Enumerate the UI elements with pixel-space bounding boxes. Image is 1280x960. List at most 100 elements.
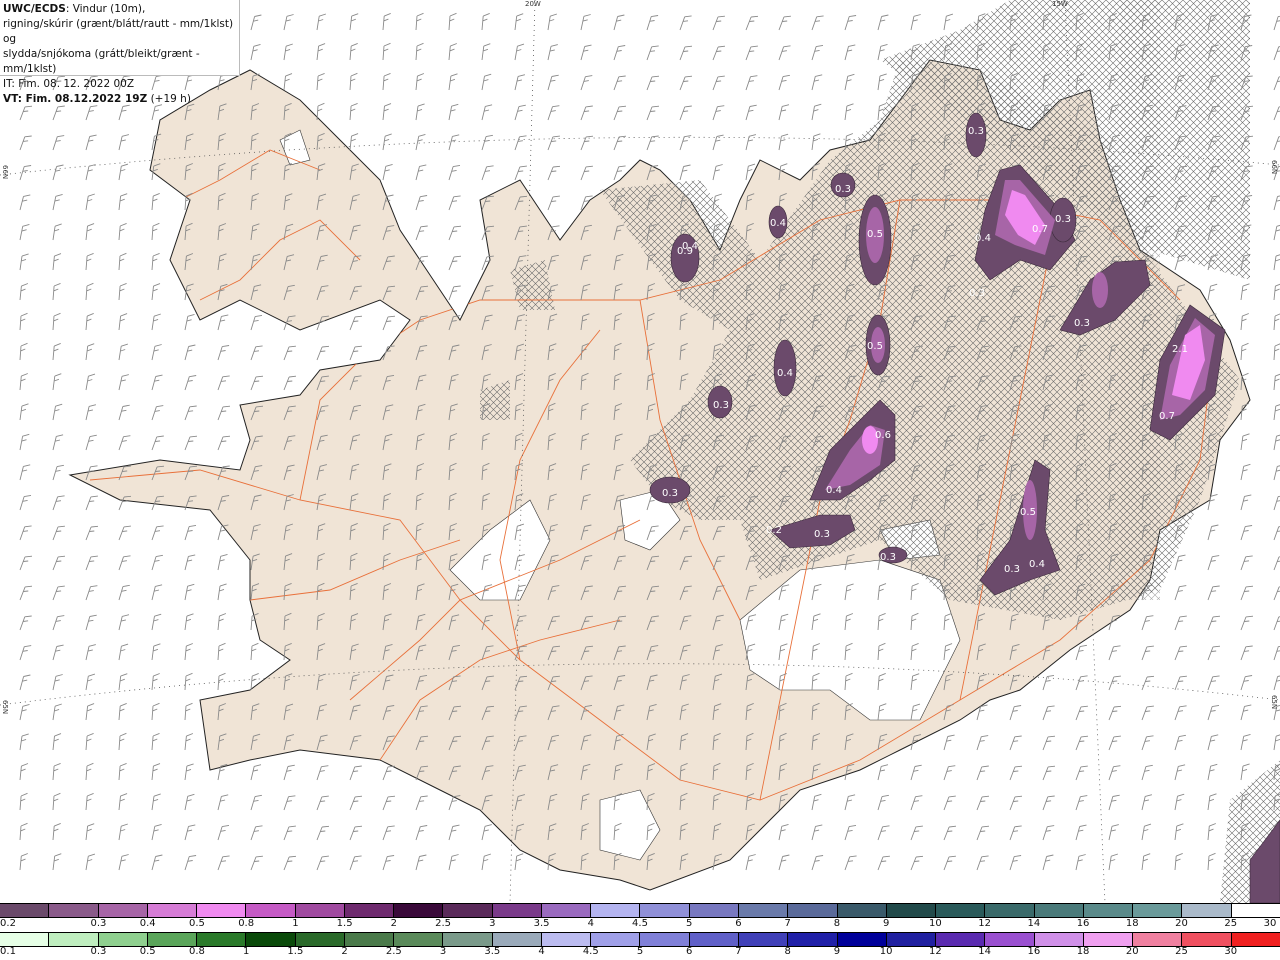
- rain_scale-swatch: [344, 933, 395, 946]
- snow_scale-swatch: [492, 904, 542, 917]
- title-line-3: slydda/snjókoma (grátt/bleikt/grænt - mm…: [3, 48, 200, 75]
- precip-value-label: 0.3: [713, 400, 729, 411]
- rain_scale-tick-label: 8: [784, 946, 791, 957]
- rain_scale-tick-label: 1: [242, 946, 250, 957]
- snow_scale-tick-label: 8: [833, 918, 841, 929]
- product-name: UWC/ECDS: [3, 3, 66, 15]
- rain_scale-tick-label: 4: [538, 946, 545, 957]
- snow_scale-tick-label: 16: [1076, 918, 1090, 929]
- precip-value-label: 0.3: [969, 288, 985, 299]
- precip-value-label: 0.3: [835, 184, 851, 195]
- snow_scale-tick-label: 10: [929, 918, 942, 929]
- rain_scale-tick-label: 4.5: [582, 946, 599, 957]
- snow_scale-swatch: [541, 904, 592, 917]
- precip-value-label: 2.1: [1172, 344, 1188, 355]
- rain_scale-swatch: [1133, 933, 1183, 946]
- rain_scale-tick-label: 9: [833, 946, 841, 957]
- snow_scale-tick-label: 2: [390, 918, 398, 929]
- snow_scale-tick-label: 0.4: [139, 918, 156, 929]
- snow_scale-tick-label: 0.3: [90, 918, 107, 929]
- rain_scale-tick-label: 30: [1224, 946, 1238, 957]
- snow_scale-tick-label: 0.2: [0, 918, 16, 929]
- map-title-box: UWC/ECDS: Vindur (10m), rigning/skúrir (…: [0, 0, 240, 105]
- snow_scale-tick-label: 9: [882, 918, 890, 929]
- rain_scale-swatch: [788, 933, 838, 946]
- rain_scale-tick-label: 7: [735, 946, 742, 957]
- snow_scale-swatch: [1182, 904, 1232, 917]
- precip-value-label: 0.4: [975, 233, 991, 244]
- rain_scale-swatch: [394, 933, 444, 946]
- rain_scale-swatch: [936, 933, 986, 946]
- snow_scale-swatch: [640, 904, 690, 917]
- lon-label-15w: 15W: [1052, 0, 1068, 8]
- snow_scale-tick-label: 1: [292, 918, 299, 929]
- rain_scale-swatch: [1231, 933, 1280, 946]
- snow_scale-swatch: [49, 904, 99, 917]
- rain_scale-tick-label: 18: [1076, 946, 1090, 957]
- title-line-1: UWC/ECDS: Vindur (10m),: [3, 3, 146, 15]
- snow_scale-swatch: [591, 904, 641, 917]
- precip-value-label: 0.2: [766, 525, 782, 536]
- precip-value-label: 0.4: [1029, 559, 1045, 570]
- snow_scale-swatch: [0, 904, 50, 917]
- snow_scale-tick-label: 7: [784, 918, 791, 929]
- rain_scale-swatch: [1083, 933, 1134, 946]
- snow_scale-swatch: [197, 904, 247, 917]
- rain_scale-tick-label: 25: [1175, 946, 1188, 957]
- rain_scale-swatch: [492, 933, 542, 946]
- snow_scale-swatch: [1231, 904, 1280, 917]
- snow_scale-tick-label: 30: [1263, 918, 1277, 929]
- rain_scale-swatch: [541, 933, 592, 946]
- lat-label-66n-right: 66N: [1270, 160, 1278, 175]
- precip-value-label: 0.3: [662, 488, 678, 499]
- snow_scale-tick-label: 0.5: [188, 918, 205, 929]
- precip-value-label: 0.6: [875, 430, 891, 441]
- precip-value-label: 0.3: [1074, 318, 1090, 329]
- rain_scale-swatch: [0, 933, 50, 946]
- rain_scale-tick-label: 2.5: [385, 946, 402, 957]
- rain_scale-tick-label: 14: [978, 946, 991, 957]
- weather-map[interactable]: 0.30.30.50.40.90.40.70.30.32.10.70.50.40…: [0, 0, 1280, 903]
- rain_scale-tick-label: 10: [879, 946, 893, 957]
- rain_scale-swatch: [49, 933, 99, 946]
- snow-color-scale: [0, 903, 1280, 918]
- snow_scale-tick-label: 1.5: [336, 918, 353, 929]
- snow_scale-tick-label: 6: [735, 918, 742, 929]
- snow_scale-swatch: [295, 904, 345, 917]
- precip-value-label: 0.5: [867, 229, 883, 240]
- snow_scale-swatch: [985, 904, 1035, 917]
- snow_scale-swatch: [344, 904, 395, 917]
- lon-label-20w: 20W: [525, 0, 541, 8]
- precip-value-label: 0.3: [814, 529, 830, 540]
- issue-time: IT: Fim. 08. 12. 2022 00Z: [3, 78, 135, 90]
- rain_scale-swatch: [197, 933, 247, 946]
- snow_scale-swatch: [1083, 904, 1134, 917]
- rain_scale-swatch: [295, 933, 345, 946]
- precip-value-label: 0.7: [1159, 411, 1175, 422]
- rain_scale-swatch: [886, 933, 937, 946]
- snow_scale-tick-label: 2.5: [435, 918, 452, 929]
- rain_scale-swatch: [1034, 933, 1084, 946]
- snow_scale-swatch: [246, 904, 296, 917]
- snow_scale-swatch: [147, 904, 198, 917]
- precip-value-label: 0.7: [1032, 224, 1048, 235]
- precip-value-label: 0.4: [826, 485, 842, 496]
- rain_scale-tick-label: 3: [439, 946, 447, 957]
- rain_scale-tick-label: 6: [686, 946, 693, 957]
- lat-label-65n-right: 65N: [1270, 695, 1278, 710]
- snow_scale-swatch: [837, 904, 887, 917]
- rain_scale-swatch: [246, 933, 296, 946]
- snow_scale-tick-label: 4.5: [632, 918, 648, 929]
- lat-label-65n-left: 65N: [1, 700, 9, 715]
- precip-value-label: 0.3: [968, 126, 984, 137]
- rain_scale-swatch: [98, 933, 148, 946]
- snow_scale-swatch: [886, 904, 937, 917]
- valid-time: VT: Fim. 08.12.2022 19Z (+19 h): [3, 93, 191, 105]
- rain_scale-tick-label: 1.5: [287, 946, 304, 957]
- snow_scale-swatch: [394, 904, 444, 917]
- snow_scale-tick-label: 25: [1224, 918, 1238, 929]
- snow_scale-tick-label: 18: [1125, 918, 1139, 929]
- rain_scale-tick-label: 0.5: [139, 946, 156, 957]
- rain_scale-swatch: [738, 933, 789, 946]
- title-line-2: rigning/skúrir (grænt/blátt/rautt - mm/1…: [3, 18, 234, 45]
